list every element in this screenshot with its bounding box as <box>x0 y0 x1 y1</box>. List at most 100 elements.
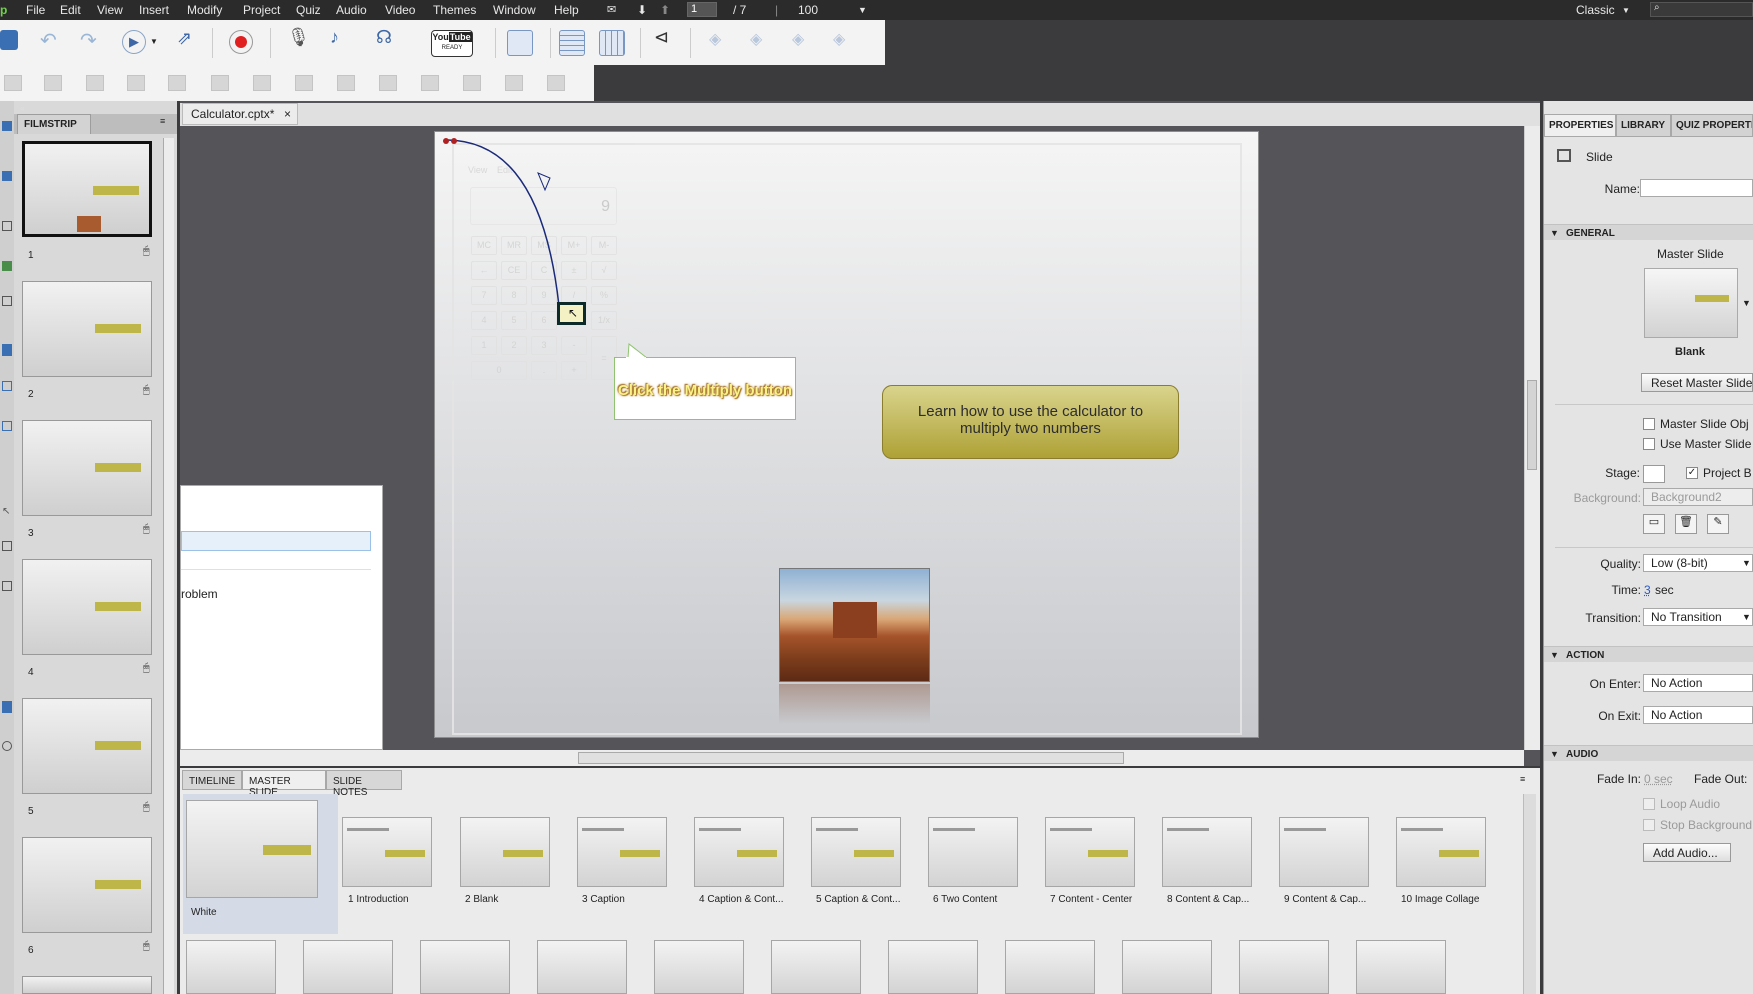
horizontal-scroll-thumb[interactable] <box>578 752 1124 764</box>
redo-icon[interactable]: ↷ <box>80 28 104 52</box>
master-thumb-6[interactable] <box>928 817 1018 887</box>
search-icon[interactable]: ⌕ <box>1654 2 1660 13</box>
search-input[interactable] <box>1650 2 1753 17</box>
menu-help[interactable]: Help <box>554 3 579 17</box>
master-thumb-9[interactable] <box>1279 817 1369 887</box>
play-dropdown-icon[interactable]: ▼ <box>150 37 174 61</box>
align-right-icon[interactable] <box>86 75 104 91</box>
current-slide-field[interactable]: 1 <box>687 2 717 17</box>
name-field[interactable] <box>1640 179 1753 197</box>
master-thumb-10[interactable] <box>1396 817 1486 887</box>
use-master-slide-bg-checkbox[interactable] <box>1643 438 1655 450</box>
filmstrip-slide-5[interactable] <box>22 698 152 794</box>
transition-select[interactable]: No Transition <box>1643 608 1753 626</box>
panel-menu-icon[interactable]: ≡ <box>1520 774 1525 784</box>
same-width-icon[interactable] <box>421 75 439 91</box>
master-slide-objects-checkbox[interactable] <box>1643 418 1655 430</box>
filmstrip-slide-2[interactable] <box>22 281 152 377</box>
menu-video[interactable]: Video <box>385 3 415 17</box>
image-tool-icon[interactable] <box>2 261 12 271</box>
same-size-icon[interactable] <box>505 75 523 91</box>
master-thumb-11[interactable] <box>186 940 276 994</box>
align-left-icon[interactable] <box>4 75 22 91</box>
menu-project[interactable]: Project <box>243 3 280 17</box>
filmstrip-slide-1[interactable] <box>22 141 152 237</box>
menu-insert[interactable]: Insert <box>139 3 169 17</box>
youtube-icon[interactable]: YouTube READY <box>431 30 473 57</box>
master-thumb-14[interactable] <box>537 940 627 994</box>
time-value[interactable]: 3 <box>1644 583 1651 597</box>
filmstrip-slide-7[interactable] <box>22 976 152 994</box>
filmstrip-scrollbar[interactable] <box>163 138 174 994</box>
pointer-tool-icon[interactable]: ↖ <box>2 506 12 517</box>
menu-window[interactable]: Window <box>493 3 536 17</box>
stage-horizontal-scrollbar[interactable] <box>180 750 1524 766</box>
trash-icon[interactable]: 🗑 <box>1675 514 1697 534</box>
zoom-area-tool-icon[interactable] <box>2 541 12 551</box>
tab-properties[interactable]: PROPERTIES <box>1544 114 1616 137</box>
filmstrip-tab[interactable]: FILMSTRIP <box>17 114 91 134</box>
edit-icon[interactable]: ✎ <box>1707 514 1729 534</box>
master-thumb-2[interactable] <box>460 817 550 887</box>
stop-background-checkbox[interactable] <box>1643 819 1655 831</box>
tab-slide-notes[interactable]: SLIDE NOTES <box>326 770 402 798</box>
overlay-highlighted-row[interactable] <box>181 531 371 551</box>
menu-edit[interactable]: Edit <box>60 3 81 17</box>
master-thumb-17[interactable] <box>888 940 978 994</box>
menu-audio[interactable]: Audio <box>336 3 367 17</box>
zoom-level[interactable]: 100 <box>798 3 818 17</box>
text-entry-tool-icon[interactable] <box>2 421 12 431</box>
rollover-tool-icon[interactable] <box>2 221 12 231</box>
bring-forward-icon[interactable]: ◈ <box>709 29 733 53</box>
master-thumb-18[interactable] <box>1005 940 1095 994</box>
on-exit-select[interactable]: No Action <box>1643 706 1753 724</box>
general-section[interactable]: ▼ GENERAL <box>1544 224 1753 240</box>
widget-tool-icon[interactable] <box>2 701 12 713</box>
undo-icon[interactable]: ↶ <box>40 28 64 52</box>
intro-caption-box[interactable]: Learn how to use the calculator to multi… <box>882 385 1179 459</box>
align-bottom-icon[interactable] <box>211 75 229 91</box>
animation-tool-icon[interactable] <box>2 741 12 751</box>
workspace-selector[interactable]: Classic <box>1576 3 1615 17</box>
align-center-icon[interactable] <box>44 75 62 91</box>
send-to-back-icon[interactable]: ◈ <box>833 29 857 53</box>
audio-note-icon[interactable]: ♪ <box>330 27 354 51</box>
narration-icon[interactable]: ☊ <box>376 27 400 51</box>
master-thumb-1[interactable] <box>342 817 432 887</box>
master-slide-preview[interactable] <box>1644 268 1738 338</box>
collapse-panel-icon[interactable]: « <box>20 103 25 113</box>
stage-vertical-scrollbar[interactable] <box>1524 126 1540 750</box>
align-middle-icon[interactable] <box>168 75 186 91</box>
master-thumb-12[interactable] <box>303 940 393 994</box>
mail-icon[interactable]: ✉ <box>607 3 616 16</box>
table-icon[interactable] <box>559 30 585 56</box>
click-box-tool-icon[interactable] <box>2 344 12 356</box>
align-top-icon[interactable] <box>127 75 145 91</box>
arrow-down-icon[interactable]: ⬇ <box>637 3 647 17</box>
master-main-thumb[interactable] <box>186 800 318 898</box>
distribute-horizontal-icon[interactable] <box>253 75 271 91</box>
shape-tool-icon[interactable] <box>2 581 12 591</box>
play-icon[interactable]: ▶ <box>122 30 146 54</box>
tab-library[interactable]: LIBRARY <box>1616 114 1671 137</box>
loop-audio-checkbox[interactable] <box>1643 798 1655 810</box>
master-thumb-7[interactable] <box>1045 817 1135 887</box>
audio-section[interactable]: ▼ AUDIO <box>1544 745 1753 761</box>
master-thumb-8[interactable] <box>1162 817 1252 887</box>
master-thumb-16[interactable] <box>771 940 861 994</box>
menu-themes[interactable]: Themes <box>433 3 476 17</box>
panel-menu-icon[interactable]: ≡ <box>160 116 165 126</box>
vertical-scroll-thumb[interactable] <box>1527 380 1537 470</box>
same-height-icon[interactable] <box>463 75 481 91</box>
background-field[interactable]: Background2 <box>1643 488 1753 506</box>
text-caption-tool-icon[interactable] <box>2 171 12 181</box>
transition-dropdown-icon[interactable]: ▼ <box>1742 612 1751 622</box>
center-horizontal-icon[interactable] <box>337 75 355 91</box>
menu-file[interactable]: File <box>26 3 45 17</box>
master-thumb-20[interactable] <box>1239 940 1329 994</box>
menu-modify[interactable]: Modify <box>187 3 222 17</box>
resize-icon[interactable] <box>547 75 565 91</box>
tab-timeline[interactable]: TIMELINE <box>182 770 242 790</box>
selection-tool-icon[interactable] <box>2 121 12 131</box>
button-tool-icon[interactable] <box>2 381 12 391</box>
